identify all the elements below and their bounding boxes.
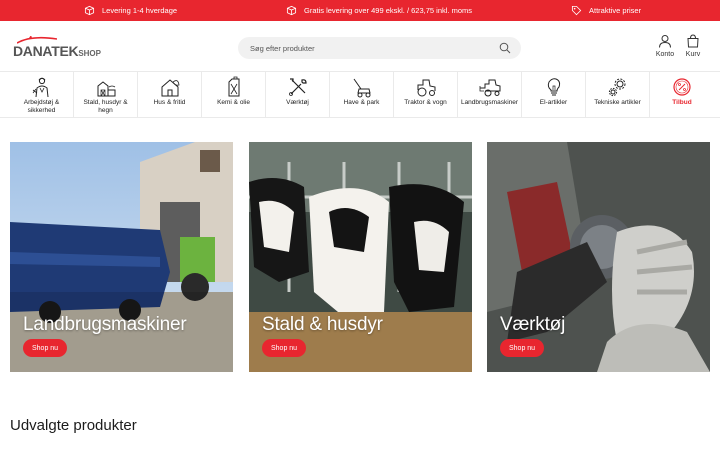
tile-title: Værktøj <box>500 314 566 335</box>
category-workwear[interactable]: Arbejdstøj & sikkerhed <box>10 72 74 118</box>
percent-icon <box>673 78 691 96</box>
category-technical[interactable]: Tekniske artikler <box>586 72 650 118</box>
worker-icon <box>32 77 48 98</box>
user-icon <box>659 35 671 48</box>
gears-icon <box>608 78 625 97</box>
delivery-text: Levering 1-4 hverdage <box>102 6 178 15</box>
danatek-logo[interactable]: DANATEKSHOP <box>13 36 105 60</box>
logo-brand-main: DANATEK <box>13 43 79 59</box>
category-electrical[interactable]: El-artikler <box>522 72 586 118</box>
search-bar <box>238 37 521 59</box>
category-label: El-artikler <box>539 99 568 106</box>
price-tag-icon <box>571 5 582 16</box>
category-label: Værktøj <box>286 99 309 106</box>
category-farm-machines[interactable]: Landbrugsmaskiner <box>458 72 522 118</box>
tile-title: Stald & husdyr <box>262 314 383 335</box>
cart-label: Kurv <box>685 51 701 58</box>
category-label: Traktor & vogn <box>404 99 447 106</box>
box-icon <box>286 5 297 16</box>
delivery-info: Levering 1-4 hverdage <box>84 0 177 21</box>
category-offers[interactable]: Tilbud <box>650 72 714 118</box>
house-icon <box>161 79 179 97</box>
featured-products-heading: Udvalgte produkter <box>10 417 137 434</box>
canister-icon <box>228 76 239 97</box>
shopping-bag-icon <box>687 34 699 48</box>
barn-icon <box>97 81 115 97</box>
shop-now-button[interactable]: Shop nu <box>500 339 545 357</box>
category-label: Tilbud <box>672 99 692 106</box>
category-label: Arbejdstøj & sikkerhed <box>23 99 60 114</box>
category-tools[interactable]: Værktøj <box>266 72 330 118</box>
farm-machine-photo <box>10 142 233 372</box>
tile-tools[interactable]: Værktøj Shop nu <box>487 142 710 372</box>
category-nav: Arbejdstøj & sikkerhed Stald, husdyr & h… <box>0 71 720 118</box>
category-label: Hus & fritid <box>153 99 186 106</box>
site-header: DANATEKSHOP Konto Kurv <box>0 21 720 71</box>
tile-farm-machines[interactable]: Landbrugsmaskiner Shop nu <box>10 142 233 372</box>
category-barn[interactable]: Stald, husdyr & hegn <box>74 72 138 118</box>
shipping-text: Gratis levering over 499 ekskl. / 623,75… <box>304 6 472 15</box>
account-button[interactable]: Konto <box>651 34 679 58</box>
tile-livestock[interactable]: Stald & husdyr Shop nu <box>249 142 472 372</box>
prices-text: Attraktive priser <box>589 6 642 15</box>
logo-brand-sub: SHOP <box>78 49 101 58</box>
tools-icon <box>288 78 307 96</box>
lawnmower-icon <box>353 78 371 98</box>
tile-title: Landbrugsmaskiner <box>23 314 187 335</box>
cart-button[interactable]: Kurv <box>679 34 707 58</box>
shop-now-button[interactable]: Shop nu <box>23 339 68 357</box>
category-label: Landbrugsmaskiner <box>460 99 519 106</box>
category-label: Stald, husdyr & hegn <box>83 99 128 114</box>
category-garden[interactable]: Have & park <box>330 72 394 118</box>
category-chemicals[interactable]: Kemi & olie <box>202 72 266 118</box>
account-label: Konto <box>655 51 675 58</box>
shop-now-button[interactable]: Shop nu <box>262 339 307 357</box>
top-info-bar: Levering 1-4 hverdage Gratis levering ov… <box>0 0 720 21</box>
search-input[interactable] <box>250 37 490 59</box>
harvester-icon <box>479 79 500 97</box>
search-icon[interactable] <box>499 42 511 54</box>
cows-photo <box>249 142 472 372</box>
lightbulb-icon <box>547 78 560 96</box>
box-icon <box>84 5 95 16</box>
category-tractor[interactable]: Traktor & vogn <box>394 72 458 118</box>
shipping-info: Gratis levering over 499 ekskl. / 623,75… <box>286 0 472 21</box>
category-label: Have & park <box>343 99 380 106</box>
tractor-icon <box>417 79 435 97</box>
prices-info: Attraktive priser <box>571 0 641 21</box>
category-house[interactable]: Hus & fritid <box>138 72 202 118</box>
category-label: Kemi & olie <box>217 99 250 106</box>
angle-grinder-photo <box>487 142 710 372</box>
category-label: Tekniske artikler <box>594 99 641 106</box>
